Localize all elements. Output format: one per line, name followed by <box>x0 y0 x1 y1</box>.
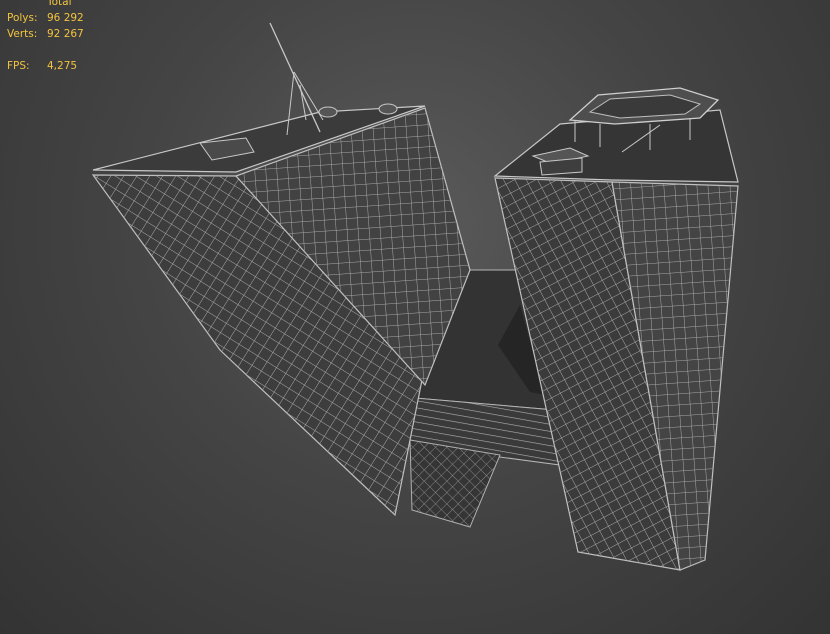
polys-row: Polys: 96 292 <box>7 10 84 26</box>
scene-wireframe <box>91 22 739 571</box>
fps-row: FPS: 4,275 <box>7 58 84 74</box>
verts-row: Verts: 92 267 <box>7 26 84 42</box>
fps-value: 4,275 <box>47 60 78 72</box>
polys-value: 96 292 <box>47 12 84 24</box>
fps-label: FPS: <box>7 60 30 72</box>
right-tower <box>493 87 739 571</box>
left-tower <box>91 22 501 528</box>
polys-label: Polys: <box>7 12 38 24</box>
verts-value: 92 267 <box>47 28 84 40</box>
stats-header: Total <box>47 0 72 8</box>
viewport-statistics: Total Polys: 96 292 Verts: 92 267 FPS: 4… <box>7 0 84 74</box>
3d-viewport[interactable]: Total Polys: 96 292 Verts: 92 267 FPS: 4… <box>0 0 830 634</box>
verts-label: Verts: <box>7 28 38 40</box>
stats-header-row: Total <box>7 0 84 10</box>
